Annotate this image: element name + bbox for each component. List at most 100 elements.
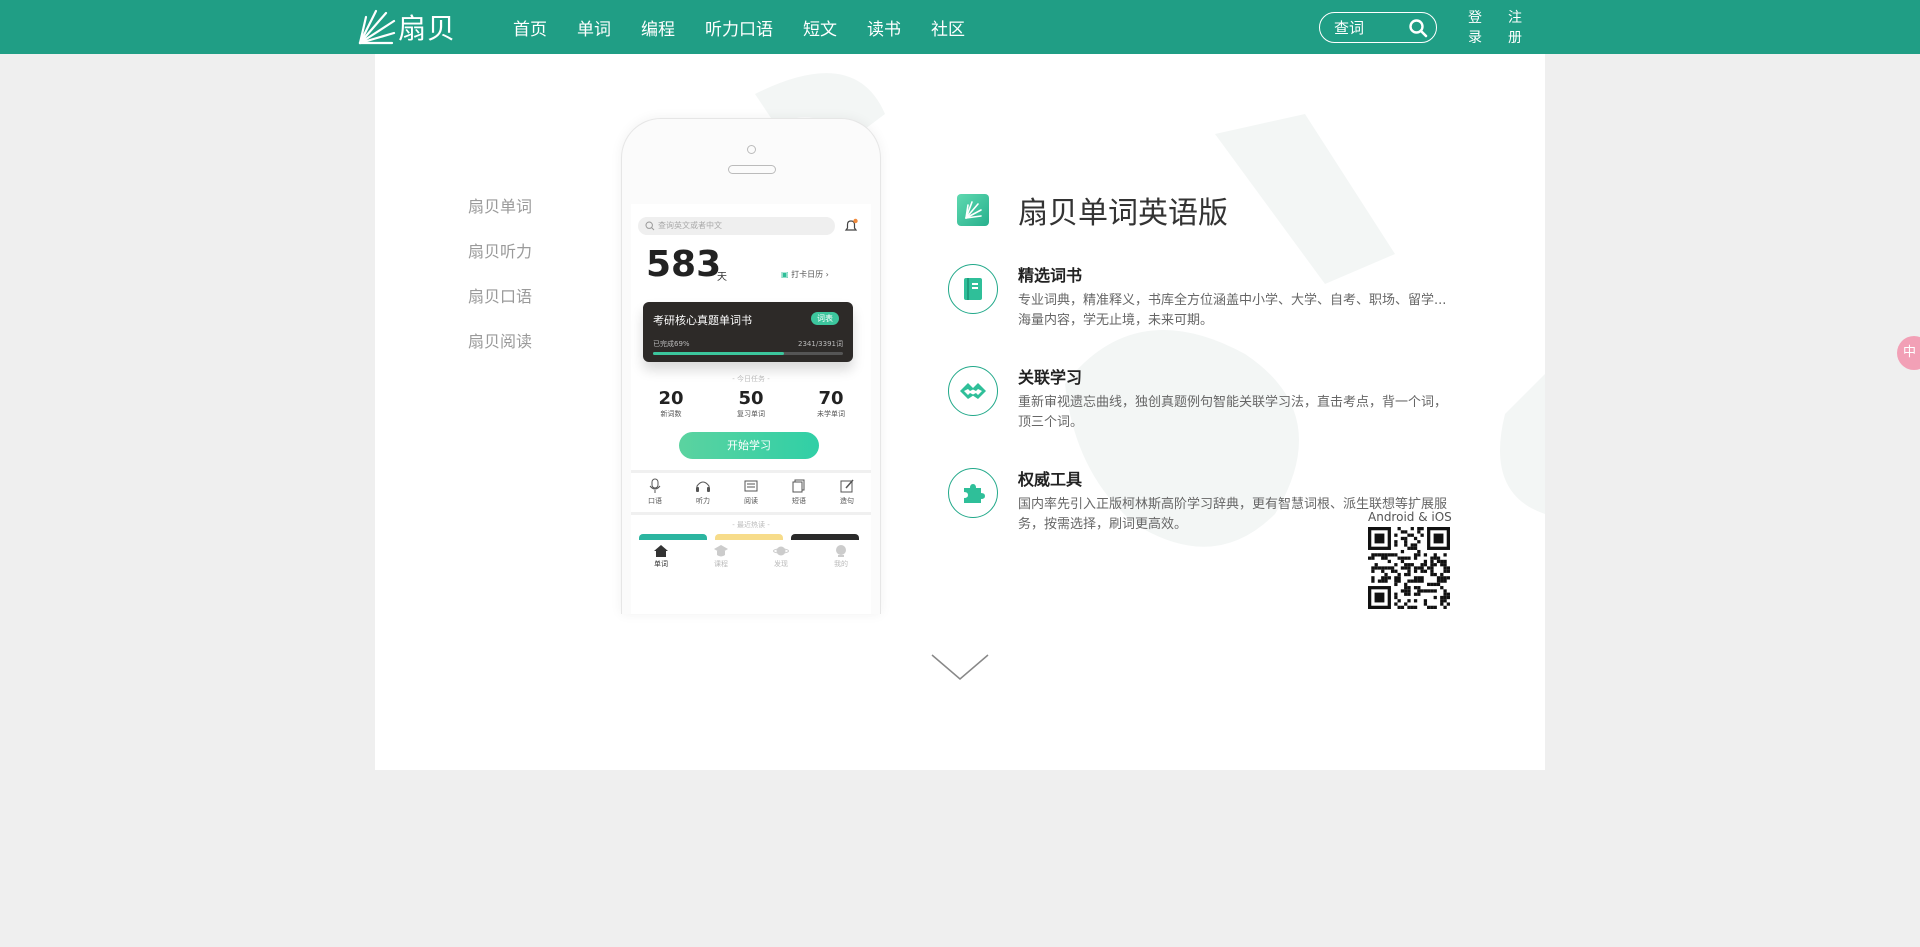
side-nav-listening[interactable]: 扇贝听力 bbox=[468, 239, 532, 284]
feature-title: 关联学习 bbox=[1018, 368, 1083, 387]
phone-camera bbox=[747, 145, 756, 154]
product-side-nav: 扇贝单词 扇贝听力 扇贝口语 扇贝阅读 bbox=[468, 194, 532, 374]
book-progress-text: 已完成69% bbox=[653, 340, 690, 348]
search-box bbox=[1319, 12, 1437, 43]
feature-description: 重新审视遗忘曲线，独创真题例句智能关联学习法，直击考点，背一个词，顶三个词。 bbox=[1018, 395, 1448, 430]
stat-new: 20 新词数 bbox=[641, 388, 701, 419]
book-title: 考研核心真题单词书 bbox=[653, 314, 752, 327]
feature-icon-wrap bbox=[948, 366, 998, 416]
tool-phrases: 短语 bbox=[779, 478, 819, 506]
nav-home[interactable]: 首页 bbox=[513, 15, 547, 40]
home-icon bbox=[654, 545, 668, 557]
side-nav-speaking[interactable]: 扇贝口语 bbox=[468, 284, 532, 329]
checkin-days-unit: 天 bbox=[717, 272, 727, 283]
chevron-down-icon[interactable] bbox=[930, 652, 990, 682]
phone-mockup: 查询英文或者中文 583 天 ▣ 打卡日历 › 考研核心真题单词书 词表 已完成… bbox=[621, 118, 881, 614]
app-search-placeholder: 查询英文或者中文 bbox=[658, 221, 722, 230]
bell-icon bbox=[844, 218, 858, 231]
app-tab-courses: 课程 bbox=[701, 544, 741, 580]
side-nav-words[interactable]: 扇贝单词 bbox=[468, 194, 532, 239]
tool-label: 听力 bbox=[696, 497, 710, 505]
puzzle-icon bbox=[964, 484, 985, 503]
tool-listening: 听力 bbox=[683, 478, 723, 506]
tool-sentence: 造句 bbox=[827, 478, 867, 506]
tab-label: 我的 bbox=[834, 560, 848, 568]
app-tab-bar: 单词 课程 发现 我的 bbox=[631, 540, 871, 580]
user-icon bbox=[836, 545, 846, 557]
stat-review: 50 复习单词 bbox=[721, 388, 781, 419]
tool-label: 短语 bbox=[792, 497, 806, 505]
nav-words[interactable]: 单词 bbox=[577, 15, 611, 40]
tool-speaking: 口语 bbox=[635, 478, 675, 506]
checkin-days: 583 bbox=[646, 244, 722, 285]
book-word-count: 2341/3391词 bbox=[798, 340, 843, 348]
stat-label: 未学单词 bbox=[817, 410, 845, 418]
feature-title: 权威工具 bbox=[1018, 470, 1083, 489]
nav-reading[interactable]: 读书 bbox=[867, 15, 901, 40]
today-stats: 20 新词数 50 复习单词 70 未学单词 bbox=[631, 388, 871, 419]
register-link[interactable]: 注册 bbox=[1508, 7, 1528, 47]
app-search-icon bbox=[645, 221, 655, 231]
calendar-icon: ▣ bbox=[781, 270, 789, 279]
feature-icon-wrap bbox=[948, 468, 998, 518]
download-qr-code bbox=[1368, 527, 1450, 609]
nav-articles[interactable]: 短文 bbox=[803, 15, 837, 40]
main-nav: 首页 单词 编程 听力口语 短文 读书 社区 bbox=[513, 0, 995, 54]
book-progress-fill bbox=[653, 352, 785, 355]
link-icon bbox=[960, 383, 986, 399]
product-title: 扇贝单词英语版 bbox=[1018, 196, 1228, 231]
tool-reading: 阅读 bbox=[731, 478, 771, 506]
app-tab-me: 我的 bbox=[821, 544, 861, 580]
stat-label: 复习单词 bbox=[737, 410, 765, 418]
phone-speaker bbox=[728, 165, 776, 174]
recent-label: - 最近热读 - bbox=[732, 521, 770, 529]
search-input[interactable] bbox=[1334, 17, 1406, 38]
site-logo[interactable]: 扇贝 bbox=[356, 6, 456, 48]
checkin-calendar: ▣ 打卡日历 › bbox=[781, 270, 829, 279]
divider bbox=[631, 470, 871, 473]
stat-number: 50 bbox=[738, 388, 764, 409]
app-search-bar: 查询英文或者中文 bbox=[638, 217, 835, 235]
app-tab-discover: 发现 bbox=[761, 544, 801, 580]
feature-icon-wrap bbox=[948, 264, 998, 314]
app-icon bbox=[957, 194, 989, 226]
tab-label: 单词 bbox=[654, 560, 668, 568]
nav-coding[interactable]: 编程 bbox=[641, 15, 675, 40]
feature-description: 专业词典，精准释义，书库全方位涵盖中小学、大学、自考、职场、留学...海量内容，… bbox=[1018, 293, 1447, 328]
qr-platform-label: Android & iOS bbox=[1368, 510, 1452, 524]
shell-logo-icon bbox=[965, 201, 982, 219]
book-icon bbox=[964, 278, 982, 300]
tab-label: 发现 bbox=[774, 560, 788, 568]
edit-icon bbox=[840, 479, 854, 493]
book-progress-bar bbox=[653, 352, 843, 355]
nav-listening-speaking[interactable]: 听力口语 bbox=[705, 15, 773, 40]
tab-label: 课程 bbox=[714, 560, 728, 568]
navbar-inner: 扇贝 首页 单词 编程 听力口语 短文 读书 社区 登录 注册 bbox=[356, 0, 1548, 54]
tool-label: 阅读 bbox=[744, 497, 758, 505]
stat-number: 20 bbox=[658, 388, 684, 409]
planet-icon bbox=[773, 546, 789, 556]
main-card: 扇贝单词 扇贝听力 扇贝口语 扇贝阅读 查询英文或者中文 583 天 ▣ 打卡日… bbox=[375, 54, 1545, 770]
nav-community[interactable]: 社区 bbox=[931, 15, 965, 40]
tool-label: 造句 bbox=[840, 497, 854, 505]
auth-links: 登录 注册 bbox=[1468, 0, 1548, 54]
side-nav-reading[interactable]: 扇贝阅读 bbox=[468, 329, 532, 374]
divider bbox=[631, 512, 871, 515]
tool-row: 口语 听力 阅读 短语 造句 bbox=[631, 478, 871, 506]
plan-label: - 今日任务 - bbox=[732, 375, 770, 383]
shell-logo-icon bbox=[358, 9, 396, 45]
logo-text: 扇贝 bbox=[398, 12, 457, 45]
current-book-card: 考研核心真题单词书 词表 已完成69% 2341/3391词 bbox=[643, 302, 853, 362]
book-badge: 词表 bbox=[811, 312, 839, 325]
stat-label: 新词数 bbox=[660, 410, 682, 418]
app-tab-words: 单词 bbox=[641, 544, 681, 580]
stat-number: 70 bbox=[818, 388, 844, 409]
top-navbar: 扇贝 首页 单词 编程 听力口语 短文 读书 社区 登录 注册 bbox=[0, 0, 1920, 54]
login-link[interactable]: 登录 bbox=[1468, 7, 1488, 47]
language-float-button[interactable]: 中 bbox=[1897, 336, 1920, 370]
stat-unlearned: 70 未学单词 bbox=[801, 388, 861, 419]
microphone-icon bbox=[649, 478, 661, 493]
phone-screen: 查询英文或者中文 583 天 ▣ 打卡日历 › 考研核心真题单词书 词表 已完成… bbox=[631, 204, 871, 614]
headphones-icon bbox=[696, 481, 710, 492]
search-icon[interactable] bbox=[1408, 18, 1428, 38]
